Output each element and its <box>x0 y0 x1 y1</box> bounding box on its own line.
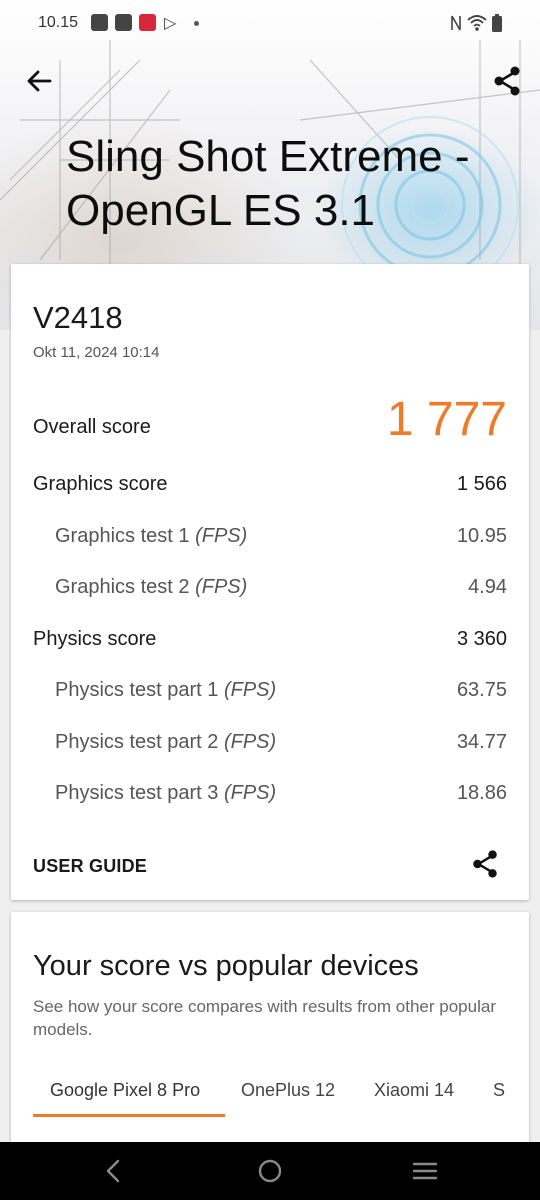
score-value: 63.75 <box>456 679 507 701</box>
score-value: 10.95 <box>456 525 507 547</box>
score-label: Physics score <box>33 628 157 650</box>
share-icon <box>473 850 497 878</box>
back-button[interactable] <box>22 64 56 98</box>
score-label: Physics test part 1 (FPS) <box>55 679 277 701</box>
mail-notification-icon <box>91 14 108 31</box>
menu-lines-icon <box>412 1162 438 1180</box>
chevron-left-icon <box>106 1159 120 1183</box>
device-tabs: Google Pixel 8 Pro OnePlus 12 Xiaomi 14 … <box>33 1070 507 1120</box>
more-notifications-icon <box>194 21 199 26</box>
physics-test-2-row: Physics test part 2 (FPS) 34.77 <box>33 731 507 761</box>
score-value: 18.86 <box>456 782 507 804</box>
active-tab-indicator <box>33 1114 225 1117</box>
score-value: 1 566 <box>456 473 507 495</box>
page-title: Sling Shot Extreme - OpenGL ES 3.1 <box>66 130 506 238</box>
mail-notification-icon <box>115 14 132 31</box>
tab-oneplus-12[interactable]: OnePlus 12 <box>241 1080 335 1101</box>
score-label: Graphics test 1 (FPS) <box>55 525 248 547</box>
score-label: Graphics score <box>33 473 168 495</box>
user-guide-button[interactable]: USER GUIDE <box>33 856 147 877</box>
score-label: Physics test part 3 (FPS) <box>55 782 277 804</box>
compare-title: Your score vs popular devices <box>33 950 419 982</box>
nav-recents-button[interactable] <box>408 1154 442 1188</box>
result-card: V2418 Okt 11, 2024 10:14 Overall score 1… <box>11 264 529 900</box>
circle-home-icon <box>258 1159 282 1183</box>
page-title-line-2: OpenGL ES 3.1 <box>66 186 376 235</box>
score-value: 3 360 <box>456 628 507 650</box>
score-value: 34.77 <box>456 731 507 753</box>
tab-more-device[interactable]: S <box>493 1080 505 1101</box>
overall-score-value: 1 777 <box>386 393 507 446</box>
graphics-test-1-row: Graphics test 1 (FPS) 10.95 <box>33 525 507 555</box>
graphics-score-row: Graphics score 1 566 <box>33 473 507 503</box>
physics-test-1-row: Physics test part 1 (FPS) 63.75 <box>33 679 507 709</box>
app-notification-icon <box>139 14 156 31</box>
result-date: Okt 11, 2024 10:14 <box>33 344 160 361</box>
battery-icon <box>492 14 502 32</box>
graphics-test-2-row: Graphics test 2 (FPS) 4.94 <box>33 576 507 606</box>
share-icon <box>494 66 520 96</box>
score-label: Physics test part 2 (FPS) <box>55 731 277 753</box>
tab-google-pixel-8-pro[interactable]: Google Pixel 8 Pro <box>50 1080 200 1101</box>
wifi-icon <box>467 15 487 31</box>
system-nav-bar <box>0 1142 540 1200</box>
tab-xiaomi-14[interactable]: Xiaomi 14 <box>374 1080 454 1101</box>
share-result-button[interactable] <box>469 848 501 880</box>
compare-description: See how your score compares with results… <box>33 997 496 1039</box>
arrow-left-icon <box>27 70 52 92</box>
nav-home-button[interactable] <box>253 1154 287 1188</box>
device-name: V2418 <box>33 300 123 335</box>
play-store-icon: ▷ <box>164 15 177 32</box>
physics-score-row: Physics score 3 360 <box>33 628 507 658</box>
share-button[interactable] <box>490 64 524 98</box>
score-label: Graphics test 2 (FPS) <box>55 576 248 598</box>
score-value: 4.94 <box>468 576 507 598</box>
status-time: 10.15 <box>38 14 79 31</box>
nfc-icon <box>451 15 461 31</box>
status-bar: 10.15 ▷ <box>0 0 540 48</box>
page-title-line-1: Sling Shot Extreme - <box>66 132 470 181</box>
compare-card: Your score vs popular devices See how yo… <box>11 912 529 1152</box>
overall-score-label: Overall score <box>33 416 151 438</box>
physics-test-3-row: Physics test part 3 (FPS) 18.86 <box>33 782 507 812</box>
nav-back-button[interactable] <box>97 1154 131 1188</box>
